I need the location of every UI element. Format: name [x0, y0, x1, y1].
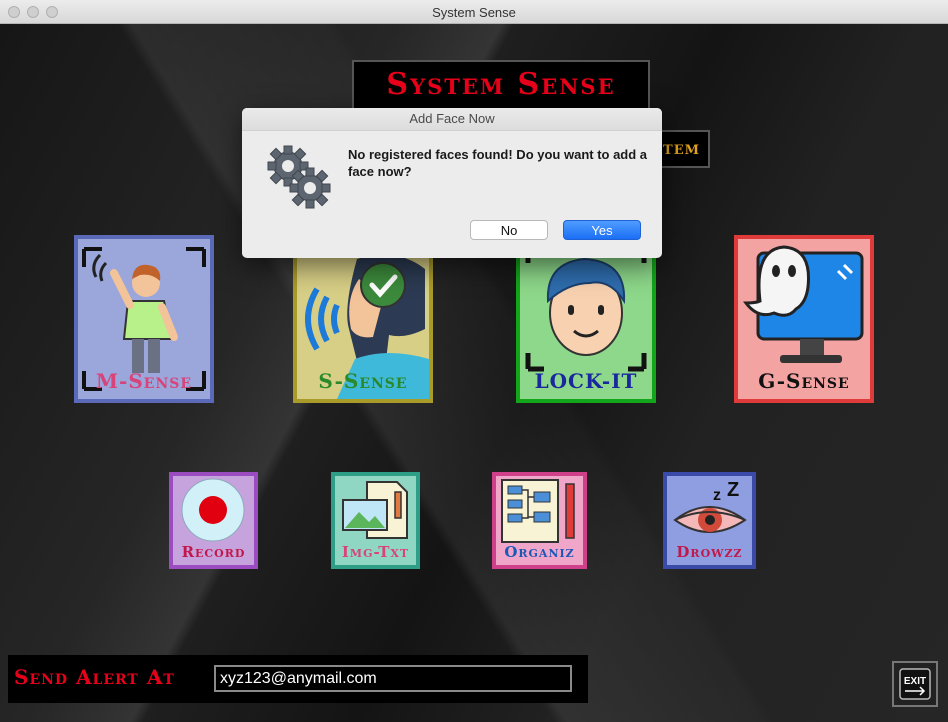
lock-it-label: LOCK-IT — [534, 369, 638, 393]
svg-text:Z: Z — [727, 479, 739, 501]
g-sense-tile[interactable]: G-Sense — [734, 235, 874, 403]
organiz-label: Organiz — [504, 543, 575, 561]
g-sense-label: G-Sense — [758, 369, 850, 393]
m-sense-tile[interactable]: M-Sense — [74, 235, 214, 403]
lock-it-tile[interactable]: LOCK-IT — [516, 235, 656, 403]
drowzz-tile[interactable]: z Z Drowzz — [663, 472, 756, 569]
exit-label: EXIT — [904, 676, 926, 687]
send-alert-label: Send Alert At — [14, 665, 175, 689]
img-txt-tile[interactable]: Img-Txt — [331, 472, 420, 569]
organiz-tile[interactable]: Organiz — [492, 472, 587, 569]
send-alert-bar: Send Alert At — [8, 655, 588, 703]
app-logo-title: System Sense — [352, 60, 650, 110]
window-titlebar: System Sense — [0, 0, 948, 24]
dialog-message: No registered faces found! Do you want t… — [348, 147, 648, 179]
yes-button[interactable]: Yes — [563, 220, 641, 240]
exit-button[interactable]: EXIT — [892, 661, 938, 707]
alert-email-input[interactable] — [214, 665, 572, 692]
m-sense-label: M-Sense — [95, 369, 193, 393]
svg-text:z: z — [713, 487, 721, 504]
drowzz-label: Drowzz — [676, 543, 743, 561]
record-label: Record — [181, 543, 246, 561]
gears-icon — [267, 145, 331, 209]
dialog-title: Add Face Now — [242, 108, 662, 131]
window-title: System Sense — [432, 5, 516, 20]
no-button[interactable]: No — [470, 220, 548, 240]
s-sense-label: S-Sense — [318, 369, 408, 393]
record-tile[interactable]: Record — [169, 472, 258, 569]
add-face-dialog: Add Face Now No registered faces found! … — [242, 108, 662, 258]
exit-icon: EXIT — [899, 668, 931, 700]
img-txt-label: Img-Txt — [341, 543, 410, 561]
s-sense-tile[interactable]: S-Sense — [293, 235, 433, 403]
